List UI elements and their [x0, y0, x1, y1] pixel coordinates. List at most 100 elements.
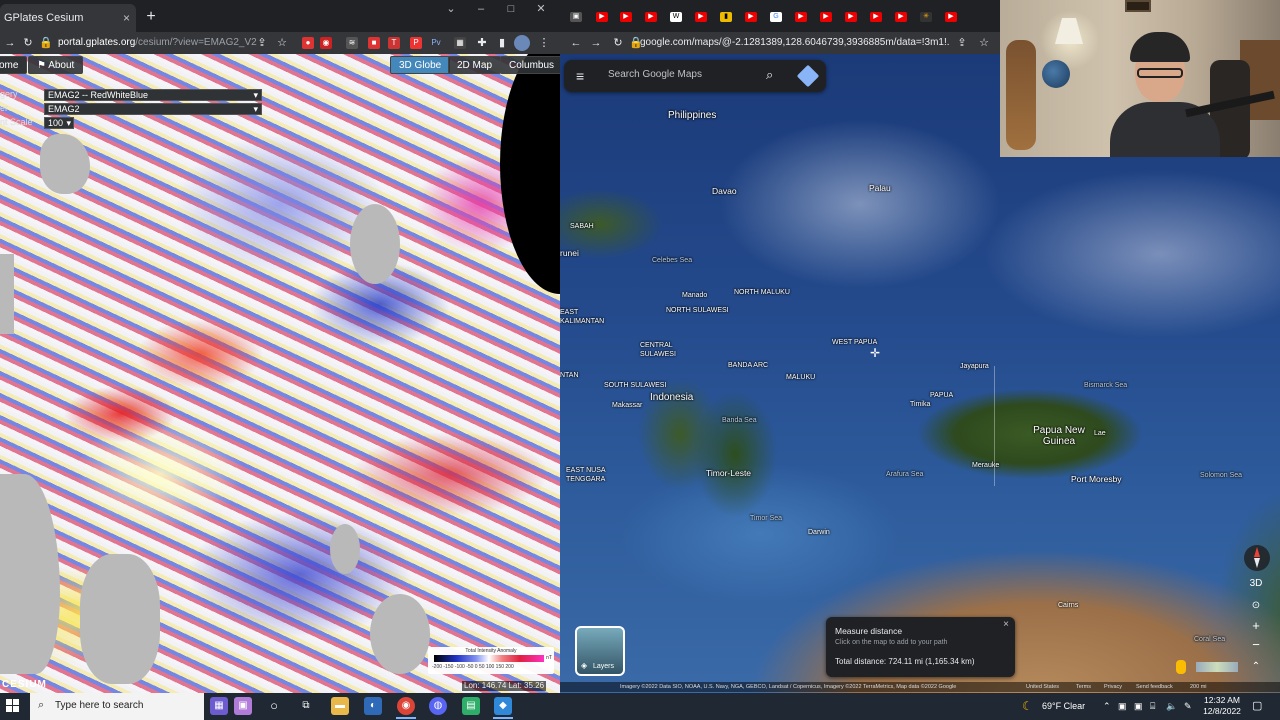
imagery-strip[interactable]: [1196, 662, 1238, 672]
close-window-button[interactable]: ✕: [526, 0, 556, 32]
taskbar-search-box[interactable]: ⌕ Type here to search: [30, 693, 204, 720]
file-explorer-icon[interactable]: ▬: [331, 697, 349, 715]
view-3d-globe-button[interactable]: 3D Globe: [390, 56, 451, 74]
layers-button[interactable]: ◈ Layers: [575, 626, 625, 676]
cesium-globe-viewport[interactable]: ome ⚑ About 3D Globe 2D Map Columbus ger…: [0, 54, 560, 693]
webcam-picture-frame: [1125, 0, 1151, 12]
share-icon[interactable]: ⇪: [254, 35, 270, 51]
weather-text[interactable]: 69°F Clear: [1042, 693, 1085, 720]
profile-avatar-icon[interactable]: [514, 35, 530, 51]
extensions-puzzle-icon[interactable]: ✚: [474, 35, 490, 51]
system-clock[interactable]: 12:32 AM 12/8/2022: [1200, 695, 1244, 717]
tray-chevron-up-icon[interactable]: ⌃: [1103, 693, 1111, 720]
united-states-link[interactable]: United States: [1026, 682, 1059, 692]
reload-icon[interactable]: ↻: [610, 35, 626, 51]
youtube-tab-icon[interactable]: ▶: [745, 12, 757, 22]
sidepanel-icon[interactable]: ▮: [494, 35, 510, 51]
youtube-tab-icon[interactable]: ▶: [645, 12, 657, 22]
google-maps-search-box[interactable]: ≡ Search Google Maps ⌕: [564, 60, 826, 92]
youtube-tab-icon[interactable]: ▶: [845, 12, 857, 22]
address-bar[interactable]: google.com/maps/@-2.1281389,128.6046739,…: [640, 34, 950, 52]
notifications-icon[interactable]: ▢: [1252, 693, 1262, 720]
pegman-icon[interactable]: [1176, 660, 1186, 674]
map-label: Palau: [869, 183, 891, 193]
tab-favicon-icon[interactable]: ▣: [570, 12, 582, 22]
maximize-button[interactable]: □: [496, 0, 526, 32]
layer-select[interactable]: EMAG2 ▾: [44, 103, 262, 115]
extension-icon[interactable]: ◉: [320, 37, 332, 49]
menu-kebab-icon[interactable]: ⋮: [536, 35, 552, 51]
tab-favicon-icon[interactable]: ✳: [920, 12, 932, 22]
tray-app-icon[interactable]: ▣: [1134, 693, 1143, 720]
youtube-tab-icon[interactable]: ▶: [895, 12, 907, 22]
chrome-app-icon[interactable]: ◉: [397, 697, 415, 715]
pen-icon[interactable]: ✎: [1184, 693, 1192, 720]
zoom-out-button[interactable]: −: [1246, 637, 1266, 653]
view-columbus-button[interactable]: Columbus: [500, 56, 560, 74]
new-tab-button[interactable]: +: [142, 8, 160, 26]
app-icon[interactable]: ◆: [494, 697, 512, 715]
tilt-3d-button[interactable]: 3D: [1246, 576, 1266, 592]
minimize-button[interactable]: –: [466, 0, 496, 32]
youtube-tab-icon[interactable]: ▶: [795, 12, 807, 22]
google-tab-icon[interactable]: G: [770, 12, 782, 22]
share-icon[interactable]: ⇪: [954, 35, 970, 51]
terms-link[interactable]: Terms: [1076, 682, 1091, 692]
scale-bar[interactable]: 200 mi: [1190, 682, 1207, 692]
extension-icon[interactable]: ■: [368, 37, 380, 49]
tab-close-icon[interactable]: ×: [123, 4, 130, 32]
obs-app-icon[interactable]: ▤: [462, 697, 480, 715]
youtube-tab-icon[interactable]: ▶: [596, 12, 608, 22]
network-icon[interactable]: ⌸: [1150, 693, 1155, 720]
view-2d-map-button[interactable]: 2D Map: [448, 56, 502, 74]
privacy-link[interactable]: Privacy: [1104, 682, 1122, 692]
send-feedback-link[interactable]: Send feedback: [1136, 682, 1173, 692]
tray-app-icon[interactable]: ▣: [1118, 693, 1127, 720]
my-location-icon[interactable]: ⊙: [1246, 598, 1266, 614]
tab-gplates-cesium[interactable]: GPlates Cesium ×: [0, 4, 136, 32]
cortana-circle-icon[interactable]: ○: [265, 697, 283, 715]
forward-icon[interactable]: →: [588, 35, 604, 51]
weather-moon-icon[interactable]: ☾: [1022, 693, 1033, 720]
bookmark-star-icon[interactable]: ☆: [274, 35, 290, 51]
youtube-tab-icon[interactable]: ▶: [620, 12, 632, 22]
youtube-tab-icon[interactable]: ▶: [820, 12, 832, 22]
wikipedia-tab-icon[interactable]: W: [670, 12, 682, 22]
discord-app-icon[interactable]: ◍: [429, 697, 447, 715]
extension-icon[interactable]: Pv: [430, 37, 442, 49]
extension-icon[interactable]: T: [388, 37, 400, 49]
extension-icon[interactable]: ●: [302, 37, 314, 49]
extension-icon[interactable]: P: [410, 37, 422, 49]
browser-app-icon[interactable]: ◐: [364, 697, 382, 715]
search-icon[interactable]: ⌕: [766, 67, 773, 83]
nav-about-button[interactable]: ⚑ About: [28, 56, 84, 74]
photos-app-icon[interactable]: ▣: [234, 697, 252, 715]
youtube-tab-icon[interactable]: ▶: [695, 12, 707, 22]
tab-search-icon[interactable]: ⌄: [436, 0, 466, 32]
hamburger-menu-icon[interactable]: ≡: [576, 68, 584, 84]
windows-start-icon[interactable]: [6, 699, 20, 713]
taskbar-search-input[interactable]: Type here to search: [55, 700, 143, 711]
back-icon[interactable]: ←: [568, 35, 584, 51]
zoom-in-button[interactable]: +: [1246, 618, 1266, 634]
task-view-icon[interactable]: ⧉: [297, 697, 315, 715]
volume-icon[interactable]: 🔈: [1166, 693, 1177, 720]
nav-home-button[interactable]: ome: [0, 56, 28, 74]
compass-control[interactable]: [1244, 545, 1270, 571]
youtube-tab-icon[interactable]: ▶: [870, 12, 882, 22]
reload-icon[interactable]: ↻: [20, 35, 36, 51]
back-icon[interactable]: →: [2, 35, 18, 51]
widget-app-icon[interactable]: ▦: [210, 697, 228, 715]
directions-icon[interactable]: [796, 64, 820, 88]
extension-icon[interactable]: ≋: [346, 37, 358, 49]
scale-select[interactable]: 100 ▾: [44, 117, 74, 129]
tab-favicon-icon[interactable]: ▮: [720, 12, 732, 22]
lock-icon[interactable]: 🔒: [38, 35, 54, 51]
search-input[interactable]: Search Google Maps: [608, 69, 702, 80]
close-icon[interactable]: ×: [1003, 619, 1009, 630]
imagery-select[interactable]: EMAG2 -- RedWhiteBlue ▾: [44, 89, 262, 101]
bookmark-star-icon[interactable]: ☆: [976, 35, 992, 51]
expand-imagery-icon[interactable]: ⌃: [1246, 659, 1266, 675]
address-bar[interactable]: portal.gplates.org/cesium/?view=EMAG2_V2: [58, 34, 258, 52]
extension-icon[interactable]: ▦: [454, 37, 466, 49]
